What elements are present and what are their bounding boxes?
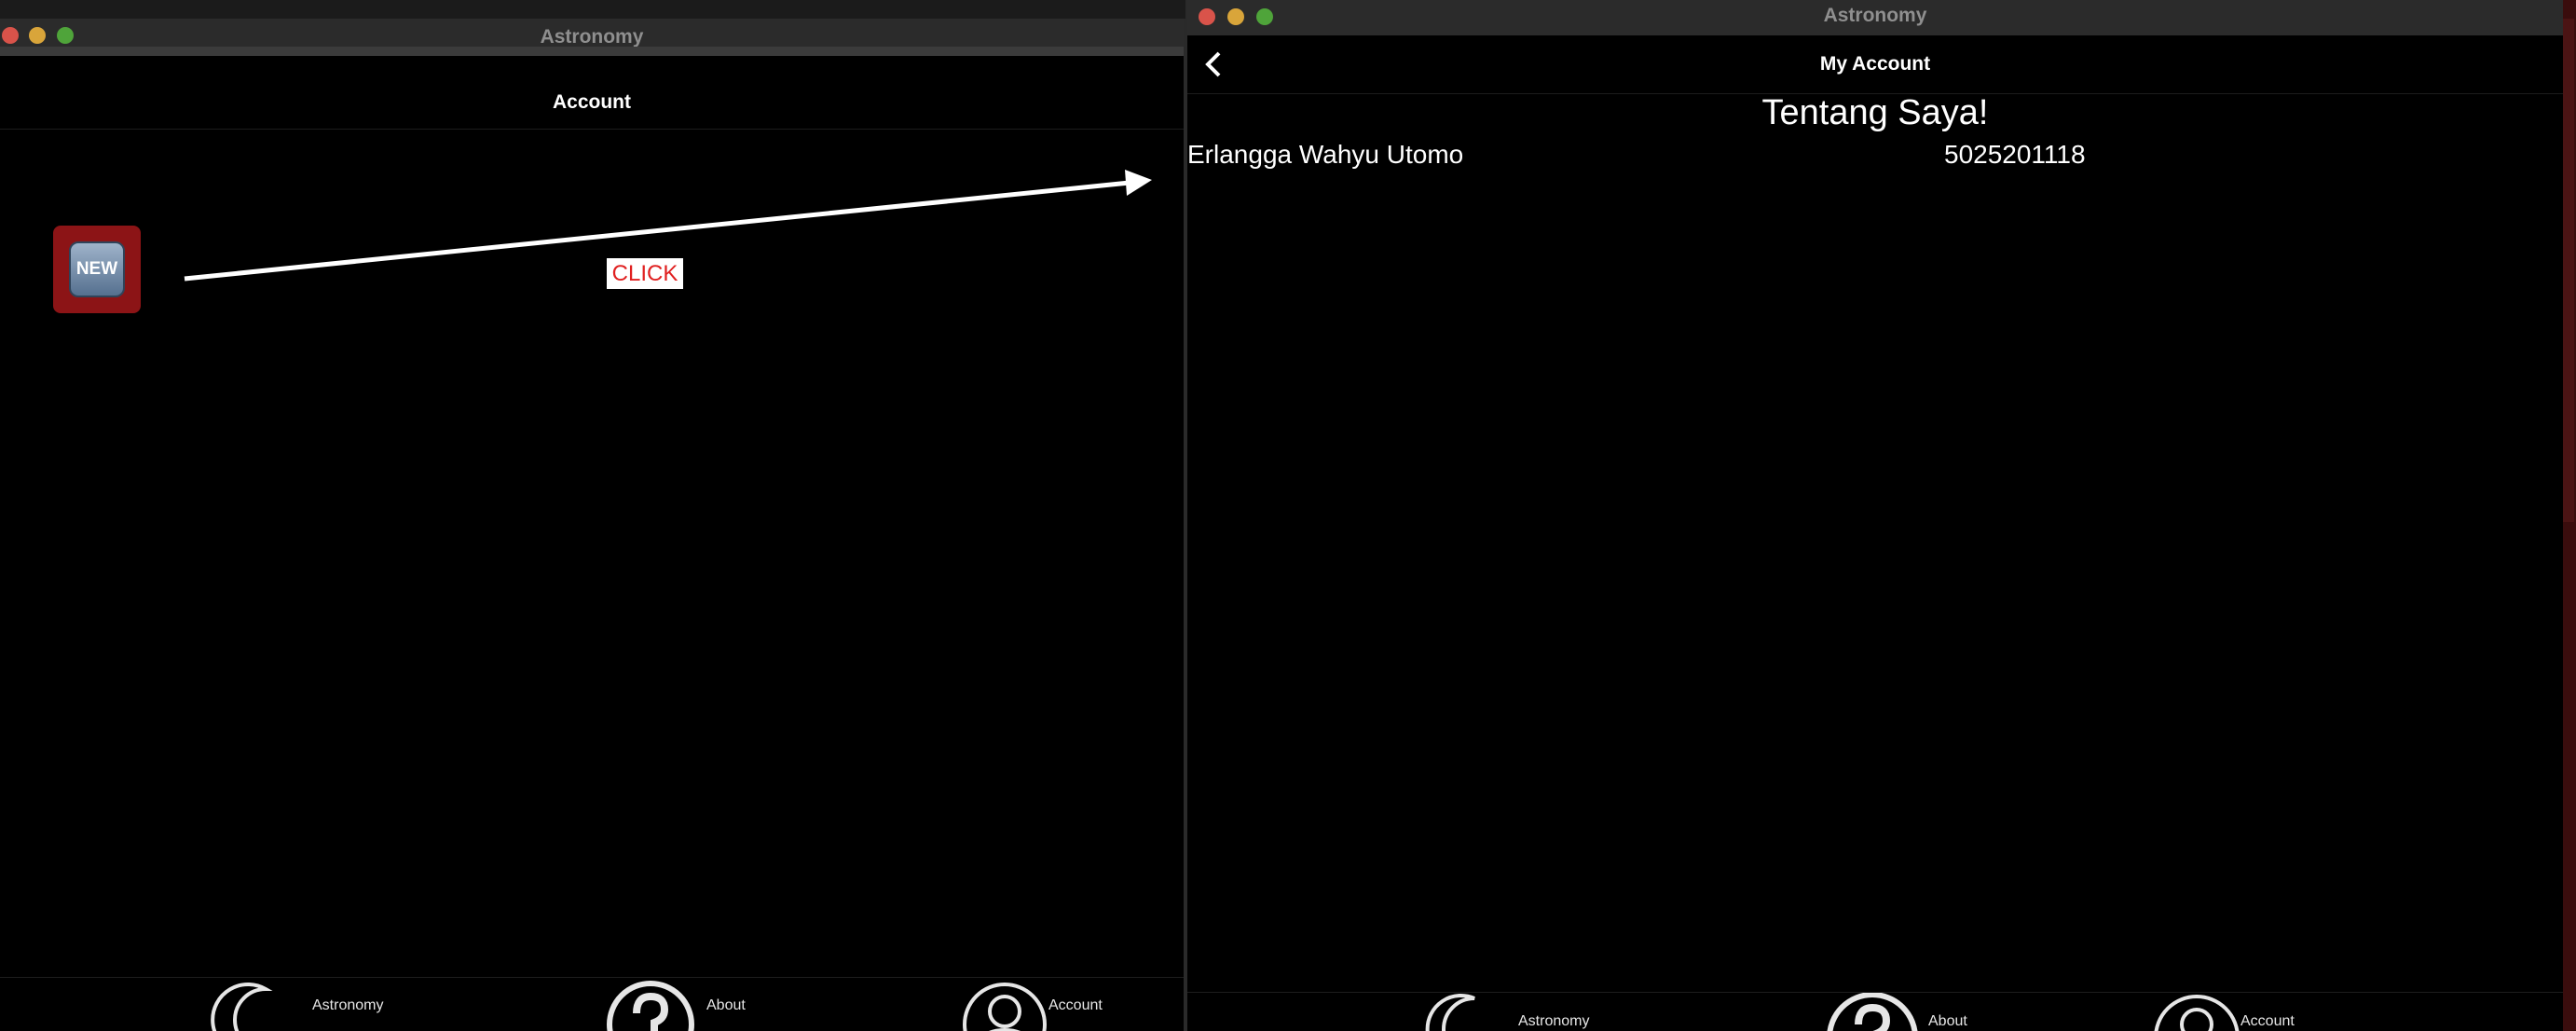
new-badge: NEW <box>69 241 125 297</box>
tab-label: Astronomy <box>1518 1013 1590 1029</box>
person-icon <box>963 983 1047 1031</box>
tab-label: About <box>706 997 746 1013</box>
tab-bar: Astronomy About Account <box>1187 992 2563 1031</box>
section-heading: Tentang Saya! <box>1761 93 1989 132</box>
student-id: 5025201118 <box>1944 140 2086 169</box>
tab-astronomy[interactable]: Astronomy <box>200 978 415 1031</box>
question-icon <box>1827 993 1918 1031</box>
tab-account[interactable]: Account <box>2147 993 2334 1031</box>
window-titlebar[interactable]: Astronomy <box>1187 0 2563 36</box>
student-name: Erlangga Wahyu Utomo <box>1187 140 1464 169</box>
left-app-window: Astronomy Account NEW CLICK Astronomy Ab… <box>0 19 1185 1031</box>
moon-icon <box>211 983 273 1031</box>
page-title: Account <box>553 91 631 113</box>
desktop-edge <box>2561 0 2576 1031</box>
toolbar-strip <box>0 47 1184 56</box>
navigation-bar: Account <box>0 56 1184 130</box>
tab-label: Account <box>1048 997 1103 1013</box>
window-titlebar[interactable]: Astronomy <box>0 19 1184 57</box>
window-title: Astronomy <box>540 26 644 48</box>
tab-bar: Astronomy About Account <box>0 977 1184 1031</box>
tab-label: Astronomy <box>312 997 384 1013</box>
question-icon <box>607 981 694 1031</box>
right-app-window: Astronomy My Account Tentang Saya! Erlan… <box>1185 0 2563 1031</box>
tab-about[interactable]: About <box>1821 993 1989 1031</box>
tab-label: About <box>1928 1013 1967 1029</box>
tab-account[interactable]: Account <box>955 978 1142 1031</box>
window-title: Astronomy <box>1823 5 1927 26</box>
page-title: My Account <box>1819 53 1931 75</box>
new-icon-button[interactable]: NEW <box>53 226 141 313</box>
annotation-arrow-icon <box>184 170 1152 282</box>
tab-about[interactable]: About <box>601 978 769 1031</box>
navigation-bar: My Account <box>1187 35 2563 94</box>
person-icon <box>2154 995 2240 1031</box>
tab-label: Account <box>2240 1013 2295 1029</box>
tab-astronomy[interactable]: Astronomy <box>1411 993 1635 1031</box>
click-annotation-label: CLICK <box>607 258 683 289</box>
moon-icon <box>1425 994 1475 1031</box>
scrollbar[interactable] <box>2563 19 2574 522</box>
